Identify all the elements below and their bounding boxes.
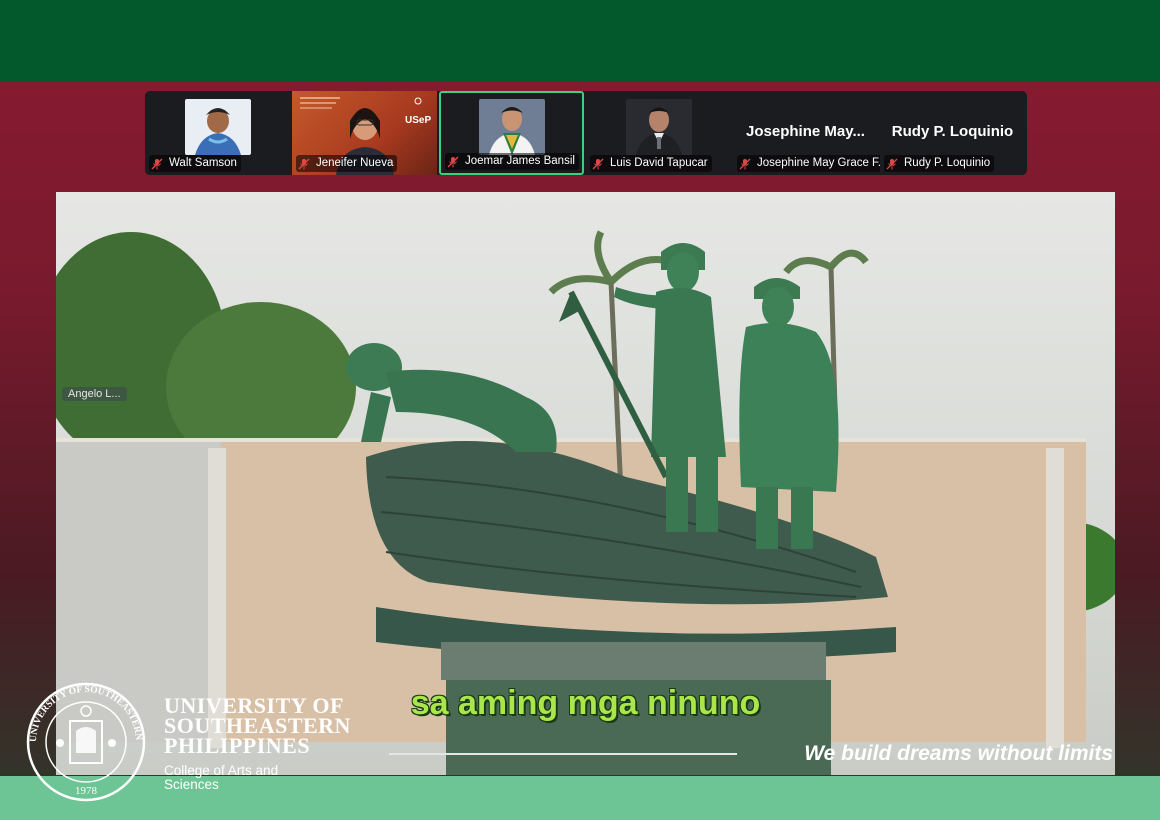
participant-tile-jeneifer[interactable]: USeP Jeneifer Nueva [292,91,437,175]
participant-name-label: Rudy P. Loquinio [884,155,995,172]
microphone-muted-icon [447,156,459,167]
microphone-muted-icon [151,158,163,169]
microphone-muted-icon [739,158,751,169]
participant-big-name: Josephine May... [746,123,865,140]
tagline: We build dreams without limits [804,742,1113,765]
participant-name-label: Jeneifer Nueva [296,155,398,172]
participant-name-label: Walt Samson [149,155,241,172]
participant-name-label: Luis David Tapucar [590,155,712,172]
participant-big-name: Rudy P. Loquinio [891,123,1014,140]
microphone-muted-icon [298,158,310,169]
microphone-muted-icon [592,158,604,169]
participant-tile-rudy[interactable]: Rudy P. Loquinio Rudy P. Loquinio [880,91,1025,175]
participant-tile-josephine[interactable]: Josephine May... Josephine May Grace F..… [733,91,892,175]
participant-tile-walt[interactable]: Walt Samson [145,91,290,175]
participant-avatar [626,99,692,155]
seal-year: 1978 [75,785,98,797]
top-banner [0,0,1160,82]
participant-avatar [185,99,251,155]
university-seal-logo: UNIVERSITY OF SOUTHEASTERN PHILIPPINES 1… [22,681,146,802]
university-name: UNIVERSITY OF SOUTHEASTERN PHILIPPINES [164,693,351,758]
participant-avatar [479,99,545,155]
participant-tile-joemar[interactable]: Joemar James Bansil [439,91,584,175]
caption-divider [389,753,737,755]
microphone-muted-icon [886,158,898,169]
shared-video[interactable]: Angelo L... sa aming mga ninuno We build… [56,192,1115,775]
participant-strip: Walt Samson USeP Jeneifer Nueva Joemar J… [145,91,1027,175]
participant-name-label: Josephine May Grace F... [737,155,892,172]
participant-tile-luis[interactable]: Luis David Tapucar [586,91,731,175]
college-name: College of Arts and Sciences [164,763,279,792]
participant-overlay-tag: Angelo L... [62,387,127,401]
slide-logo: USeP [405,115,432,126]
participant-name-label: Joemar James Bansil [445,153,579,170]
